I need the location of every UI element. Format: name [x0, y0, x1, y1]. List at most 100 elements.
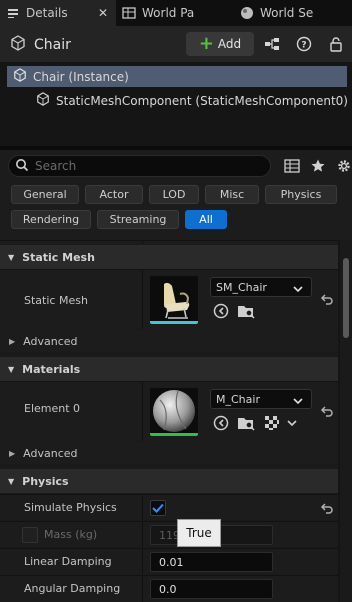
material-thumbnail[interactable]	[150, 388, 198, 436]
filter-rendering[interactable]: Rendering	[11, 210, 91, 229]
section-static-mesh-label: Static Mesh	[22, 250, 95, 264]
material-type-bar	[150, 433, 198, 436]
reset-to-default-icon[interactable]	[318, 290, 336, 308]
globe-icon	[240, 6, 254, 20]
reset-to-default-icon[interactable]	[318, 402, 336, 420]
mass-override-checkbox[interactable]	[22, 527, 38, 543]
simulate-physics-label: Simulate Physics	[24, 501, 117, 514]
material-element-label: Element 0	[24, 402, 81, 415]
use-selected-asset-icon[interactable]	[212, 414, 230, 432]
filter-streaming[interactable]: Streaming	[97, 210, 179, 229]
favorites-star-icon[interactable]	[308, 156, 328, 176]
tab-details[interactable]: Details ✕	[0, 0, 116, 26]
component-tree: Chair (Instance) StaticMeshComponent (St…	[0, 62, 352, 146]
static-mesh-advanced[interactable]: ▶ Advanced	[0, 330, 338, 352]
property-simulate-physics: Simulate Physics	[0, 494, 338, 520]
column-separator	[142, 241, 143, 244]
angular-damping-label: Angular Damping	[24, 582, 121, 595]
column-separator	[142, 382, 143, 441]
column-separator	[142, 270, 143, 329]
chair-thumbnail-icon	[150, 276, 198, 324]
static-mesh-asset-name: SM_Chair	[216, 280, 267, 294]
chevron-down-icon	[293, 395, 303, 408]
plus-icon: +	[198, 33, 214, 54]
section-physics-label: Physics	[22, 474, 69, 488]
column-separator	[142, 522, 143, 547]
reset-to-default-icon[interactable]	[318, 499, 336, 517]
expand-arrow-icon: ▼	[8, 476, 15, 486]
expand-arrow-icon: ▼	[8, 252, 15, 262]
tree-item-static-mesh-component[interactable]: StaticMeshComponent (StaticMeshComponent…	[36, 90, 352, 111]
advanced-label: Advanced	[23, 446, 78, 460]
property-angular-damping: Angular Damping 0.0	[0, 575, 338, 602]
tab-bar: Details ✕ World Pa World Se	[0, 0, 352, 26]
search-icon	[15, 158, 29, 175]
filter-misc[interactable]: Misc	[205, 185, 259, 204]
tab-world-settings-label: World Se	[260, 6, 314, 20]
section-materials-label: Materials	[22, 362, 81, 376]
texture-checker-icon[interactable]	[263, 414, 281, 432]
linear-damping-label: Linear Damping	[24, 555, 112, 568]
help-icon[interactable]: ?	[292, 32, 316, 56]
filter-lod[interactable]: LOD	[149, 185, 199, 204]
browse-asset-icon[interactable]	[237, 414, 255, 432]
property-material-element-0: Element 0 M_Chair	[0, 381, 338, 441]
section-materials[interactable]: ▼ Materials	[0, 357, 338, 381]
static-mesh-picker[interactable]: SM_Chair	[210, 277, 312, 297]
search-input[interactable]: Search	[8, 155, 271, 177]
details-header: Chair + Add ?	[0, 26, 352, 62]
collapse-arrow-icon: ▶	[9, 448, 16, 458]
close-icon[interactable]: ✕	[98, 6, 108, 20]
filter-actor[interactable]: Actor	[85, 185, 143, 204]
settings-gear-icon[interactable]	[334, 156, 352, 176]
details-content: ▼ Static Mesh Static Mesh SM_Chair ▶ Adv…	[0, 240, 338, 602]
add-component-button[interactable]: + Add	[186, 32, 254, 56]
material-picker[interactable]: M_Chair	[210, 389, 312, 409]
details-icon	[6, 6, 20, 20]
table-view-icon[interactable]	[282, 156, 302, 176]
tab-details-label: Details	[26, 6, 68, 20]
angular-damping-field[interactable]: 0.0	[150, 579, 273, 599]
column-separator	[142, 495, 143, 520]
tooltip: True	[177, 519, 221, 547]
chevron-down-icon	[293, 283, 303, 296]
filter-general[interactable]: General	[11, 185, 79, 204]
actor-title-text: Chair	[34, 37, 71, 53]
map-icon	[122, 6, 136, 20]
property-linear-damping: Linear Damping 0.01	[0, 548, 338, 574]
tree-item-child-label: StaticMeshComponent (StaticMeshComponent…	[56, 93, 348, 108]
tab-world-settings[interactable]: World Se	[234, 0, 352, 26]
lock-icon[interactable]	[324, 32, 348, 56]
chevron-down-icon[interactable]	[283, 414, 301, 432]
details-scrollbar[interactable]	[340, 240, 352, 602]
actor-icon	[10, 35, 26, 55]
scrollbar-thumb[interactable]	[343, 258, 349, 338]
tree-item-root-label: Chair (Instance)	[33, 69, 129, 84]
property-static-mesh: Static Mesh SM_Chair	[0, 269, 338, 329]
mass-label: Mass (kg)	[44, 528, 98, 541]
filter-physics[interactable]: Physics	[265, 185, 337, 204]
add-button-label: Add	[217, 37, 242, 51]
use-selected-asset-icon[interactable]	[212, 302, 230, 320]
linear-damping-field[interactable]: 0.01	[150, 552, 273, 572]
section-static-mesh[interactable]: ▼ Static Mesh	[0, 245, 338, 269]
materials-advanced[interactable]: ▶ Advanced	[0, 442, 338, 464]
tree-item-root[interactable]: Chair (Instance)	[7, 66, 347, 87]
checkmark-icon	[152, 503, 164, 513]
simulate-physics-checkbox[interactable]	[150, 500, 166, 516]
expand-arrow-icon: ▼	[8, 364, 15, 374]
collapse-arrow-icon: ▶	[9, 336, 16, 346]
static-mesh-component-icon	[36, 92, 50, 109]
search-area: Search General Actor LOD Misc Physics Re…	[0, 150, 352, 240]
filter-all[interactable]: All	[185, 210, 227, 229]
static-mesh-label: Static Mesh	[24, 294, 88, 307]
advanced-label: Advanced	[23, 334, 78, 348]
svg-text:?: ?	[301, 41, 306, 51]
tab-world-partition[interactable]: World Pa	[116, 0, 234, 26]
static-mesh-thumbnail[interactable]	[150, 276, 198, 324]
section-physics[interactable]: ▼ Physics	[0, 469, 338, 493]
blueprint-icon[interactable]	[260, 32, 284, 56]
browse-asset-icon[interactable]	[237, 302, 255, 320]
static-mesh-type-bar	[150, 321, 198, 324]
material-asset-name: M_Chair	[216, 392, 260, 406]
